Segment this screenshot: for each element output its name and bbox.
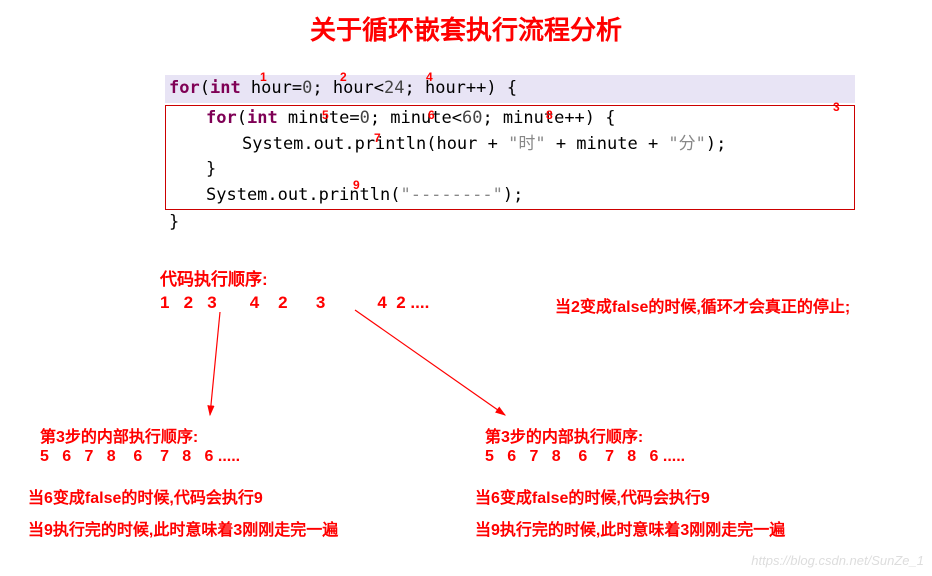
t: ( [237, 108, 247, 128]
watermark: https://blog.csdn.net/SunZe_1 [751, 553, 924, 568]
step3-seq-left: 5 6 7 8 6 7 8 6 ..... [40, 448, 240, 466]
code-line-3: System.out.println(hour + "时" + minute +… [166, 132, 854, 158]
t: minute= [278, 108, 360, 128]
marker-7: 7 [374, 131, 381, 145]
s: "时" [508, 134, 545, 154]
marker-8: 8 [546, 108, 553, 122]
code-line-2: for(int minute=0; minute<60; minute++) { [166, 106, 854, 132]
page-title: 关于循环嵌套执行流程分析 [310, 10, 622, 47]
cond9-left: 当9执行完的时候,此时意味着3刚刚走完一遍 [28, 516, 338, 540]
condition-2-false: 当2变成false的时候,循环才会真正的停止; [555, 293, 850, 317]
t: ); [503, 185, 523, 205]
n: 0 [360, 108, 370, 128]
n: 0 [302, 78, 312, 98]
code-line-5: System.out.println("--------"); [166, 183, 854, 209]
marker-6: 6 [428, 108, 435, 122]
code-line-1: for(int hour=0; hour<24; hour++) { [165, 75, 855, 103]
step3-label-left: 第3步的内部执行顺序: [40, 423, 198, 447]
s: "分" [668, 134, 705, 154]
code-line-4: } [166, 157, 854, 183]
exec-order-label: 代码执行顺序: [160, 265, 268, 290]
marker-4: 4 [426, 70, 433, 84]
t: ( [200, 78, 210, 98]
n: 24 [384, 78, 404, 98]
t: ); [706, 134, 726, 154]
marker-1: 1 [260, 70, 267, 84]
t: System.out.println( [206, 185, 400, 205]
t: hour= [241, 78, 302, 98]
marker-9: 9 [353, 178, 360, 192]
s: "--------" [400, 185, 502, 205]
cond9-right: 当9执行完的时候,此时意味着3刚刚走完一遍 [475, 516, 785, 540]
kw-for: for [206, 108, 237, 128]
t: ; hour++) { [405, 78, 518, 98]
inner-loop-box: for(int minute=0; minute<60; minute++) {… [165, 105, 855, 210]
code-block: for(int hour=0; hour<24; hour++) { for(i… [165, 75, 855, 236]
marker-5: 5 [322, 108, 329, 122]
step3-label-right: 第3步的内部执行顺序: [485, 423, 643, 447]
code-line-6: } [165, 210, 855, 236]
exec-order-sequence: 1 2 3 4 2 3 4 2 .... [160, 293, 429, 313]
t: + minute + [546, 134, 669, 154]
cond6-left: 当6变成false的时候,代码会执行9 [28, 484, 263, 508]
t: ; minute< [370, 108, 462, 128]
kw-int: int [210, 78, 241, 98]
kw-int: int [247, 108, 278, 128]
t: ; hour< [312, 78, 384, 98]
marker-2: 2 [340, 70, 347, 84]
kw-for: for [169, 78, 200, 98]
cond6-right: 当6变成false的时候,代码会执行9 [475, 484, 710, 508]
marker-3: 3 [833, 100, 840, 114]
n: 60 [462, 108, 482, 128]
step3-seq-right: 5 6 7 8 6 7 8 6 ..... [485, 448, 685, 466]
